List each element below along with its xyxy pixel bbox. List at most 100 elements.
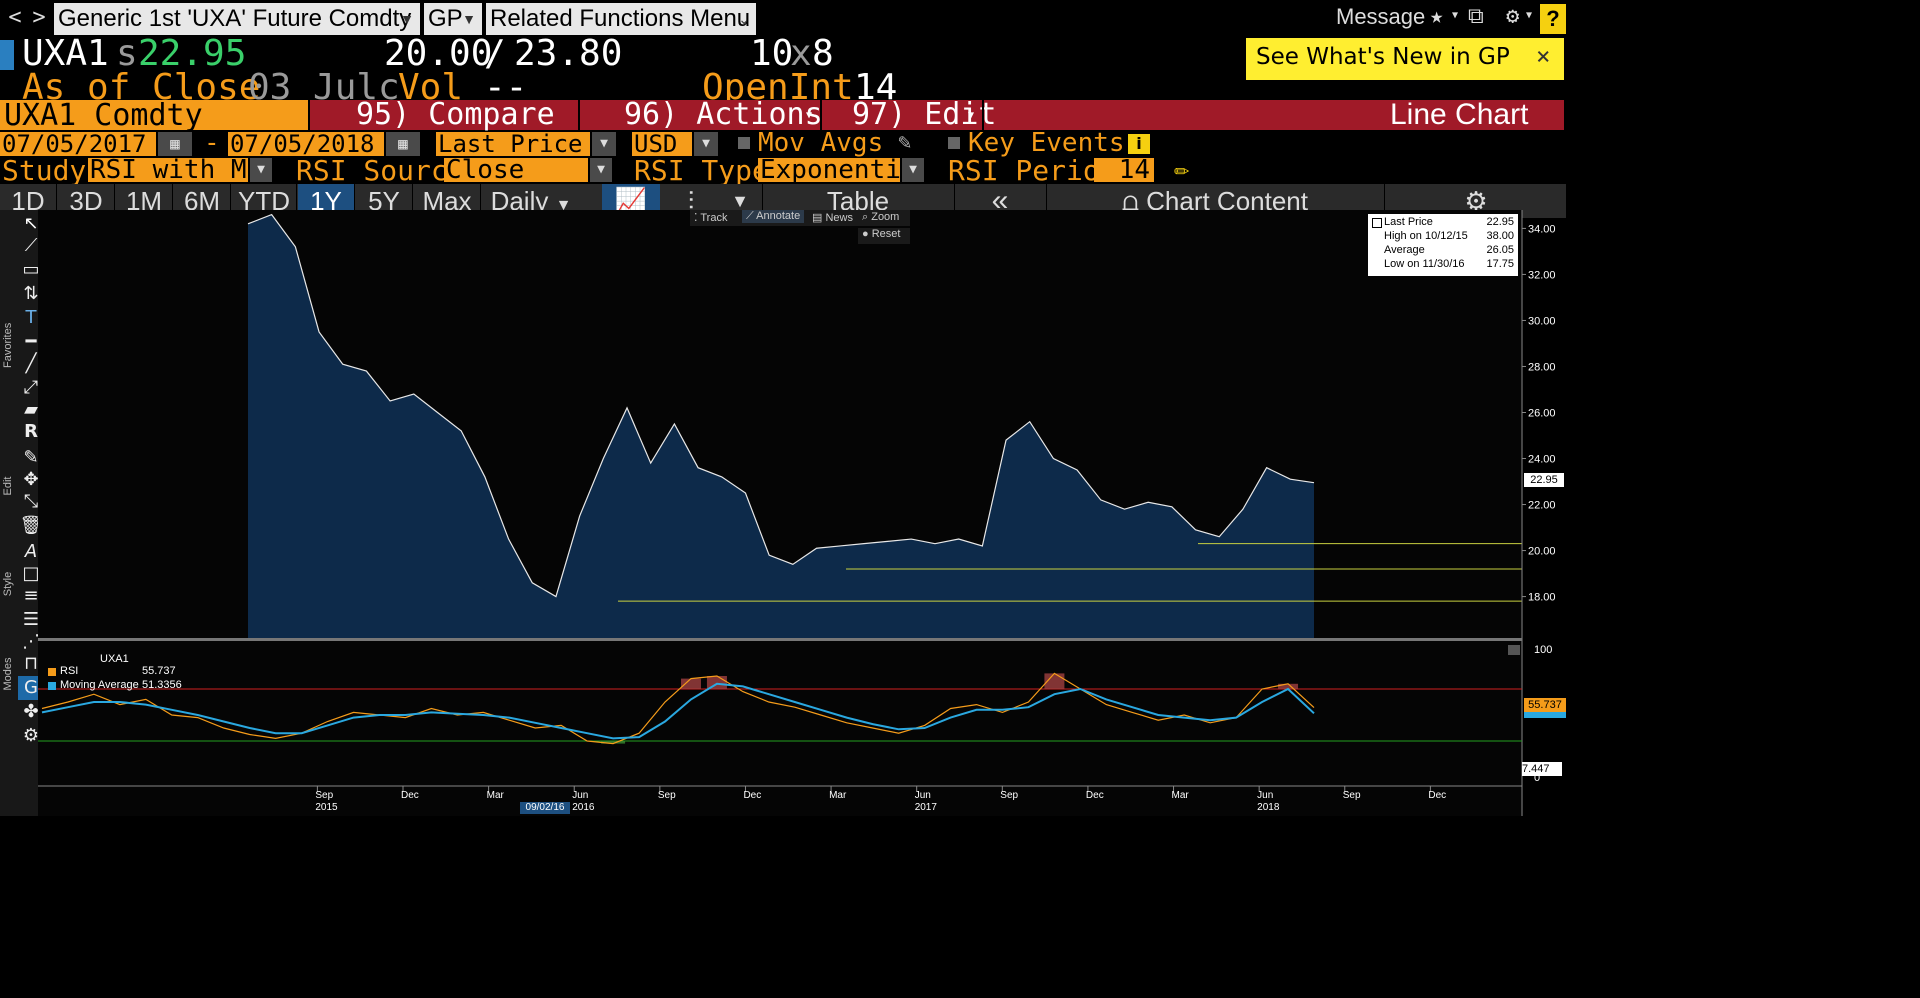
start-date-field[interactable]: 07/05/2017 [0, 132, 156, 156]
ask-price: 23.80 [514, 33, 623, 74]
date-range-dash: - [204, 128, 220, 158]
chevron-down-icon[interactable]: ▼ [590, 158, 612, 182]
chevron-down-icon[interactable]: ▼ [694, 132, 718, 156]
reset-button[interactable]: ● Reset [858, 228, 910, 244]
calendar-icon[interactable]: ▦ [158, 132, 192, 156]
price-y-axis: 34.00 32.00 30.00 28.00 26.00 24.00 22.00 20.00… [1521, 210, 1556, 816]
chevron-down-icon[interactable]: ▼ [592, 132, 616, 156]
x-tick-label: Dec [401, 790, 419, 801]
reset-label: Reset [871, 228, 901, 240]
whats-new-banner[interactable]: See What's New in GP × [1246, 38, 1564, 80]
x-tick-label: Dec [1086, 790, 1104, 801]
ma-swatch [48, 682, 56, 690]
price-chart[interactable]: 34.00 32.00 30.00 28.00 26.00 24.00 22.00 20.00… [38, 210, 1568, 816]
related-functions-menu[interactable]: Related Functions Menu ⌄ [486, 3, 756, 35]
rsi-source-label: RSI Source [296, 154, 465, 187]
function-dropdown[interactable]: GP ▼ [424, 3, 482, 35]
legend-high-label: High on 10/12/15 [1384, 230, 1468, 242]
chevron-down-icon: ⌄ [738, 11, 750, 27]
legend-low-label: Low on 11/30/16 [1384, 258, 1465, 270]
x-tick-label: Mar [1172, 790, 1190, 801]
rsi-period-label: RSI Period [948, 154, 1117, 187]
compare-button[interactable]: 95) Compare [356, 97, 555, 132]
ma-legend-value: 51.3356 [142, 679, 182, 691]
legend-low-value: 17.75 [1486, 258, 1514, 270]
price-field-dropdown[interactable]: Last Price [436, 132, 590, 156]
y-tick-label: 28.00 [1528, 361, 1556, 373]
legend-last-value: 22.95 [1486, 216, 1514, 228]
style-section-label: Style [2, 571, 14, 597]
annotate-label: Annotate [756, 210, 801, 222]
launch-icon[interactable]: ⧉ [1468, 4, 1484, 29]
close-icon[interactable]: × [1536, 42, 1550, 70]
help-button[interactable]: ? [1540, 4, 1566, 34]
y-tick-label: 34.00 [1528, 223, 1556, 235]
currency-dropdown[interactable]: USD [632, 132, 692, 156]
rsi-type-label: RSI Type [634, 154, 769, 187]
chevron-down-icon[interactable]: ▼ [902, 158, 924, 182]
actions-button[interactable]: 96) Actions [624, 97, 823, 132]
panel-divider[interactable] [38, 638, 1522, 641]
edit-section-label: Edit [2, 476, 14, 496]
edit-button[interactable]: 97) Edit [852, 97, 997, 132]
track-button[interactable]: ⁚ Track [694, 211, 727, 224]
edit-chevron-icon[interactable]: ▼ [968, 110, 974, 121]
x-tick-label: Mar [487, 790, 505, 801]
back-arrow-icon[interactable]: < [4, 4, 26, 32]
calendar-icon[interactable]: ▦ [386, 132, 420, 156]
command-divider [982, 100, 984, 130]
legend-high-value: 38.00 [1486, 230, 1514, 242]
reset-icon: ● [862, 228, 869, 240]
top-toolbar: < > Generic 1st 'UXA' Future Comdty ▼ GP… [0, 0, 1920, 38]
mov-avgs-checkbox[interactable] [738, 137, 750, 149]
chart-type-label[interactable]: Line Chart [1390, 98, 1528, 132]
y-tick-label: 18.00 [1528, 592, 1556, 604]
key-events-checkbox[interactable] [948, 137, 960, 149]
y-tick-label: 20.00 [1528, 546, 1556, 558]
security-color-marker [0, 40, 14, 70]
panel-menu-icon[interactable] [1508, 645, 1520, 655]
zoom-button[interactable]: ⌕ Zoom [862, 211, 899, 224]
rsi-type-dropdown[interactable]: Exponentia [758, 158, 900, 182]
last-price-swatch [1372, 218, 1382, 228]
gear-icon[interactable]: ⚙ [1506, 4, 1519, 29]
annotate-button[interactable]: ⟋ Annotate [742, 210, 805, 223]
message-button[interactable]: Message [1336, 4, 1425, 30]
forward-arrow-icon[interactable]: > [28, 4, 50, 32]
legend-last-label: Last Price [1384, 216, 1433, 228]
end-date-field[interactable]: 07/05/2018 [228, 132, 384, 156]
chevron-down-icon: ▼ [462, 11, 476, 27]
x-year-label: 2016 [572, 802, 595, 813]
actions-chevron-icon[interactable]: ▼ [806, 110, 812, 121]
x-tick-label: Jun [915, 790, 931, 801]
star-icon[interactable]: ★ [1430, 4, 1443, 29]
x-tick-label: Jun [1257, 790, 1273, 801]
price-legend[interactable]: Last Price 22.95 High on 10/12/15 38.00 … [1368, 214, 1518, 276]
legend-average-value: 26.05 [1486, 244, 1514, 256]
crosshair-date-flag: 09/02/16 [520, 802, 570, 814]
rsi-period-field[interactable]: 14 [1094, 157, 1154, 183]
chevron-down-icon: ▼ [400, 11, 414, 27]
info-icon[interactable]: i [1128, 134, 1150, 154]
x-tick-label: Mar [829, 790, 847, 801]
study-dropdown[interactable]: RSI with Mov [88, 158, 248, 182]
news-label: News [825, 212, 853, 224]
rsi-source-dropdown[interactable]: Close [444, 157, 588, 183]
rsi-axis-100: 100 [1534, 644, 1553, 656]
y-tick-label: 26.00 [1528, 407, 1556, 419]
security-dropdown-label: Generic 1st 'UXA' Future Comdty [58, 5, 412, 32]
pencil-icon[interactable]: ✏ [1174, 154, 1190, 184]
security-command[interactable]: UXA1 Comdty [0, 98, 308, 133]
security-dropdown[interactable]: Generic 1st 'UXA' Future Comdty ▼ [54, 3, 420, 35]
news-button[interactable]: ▤ News [812, 211, 853, 224]
rsi-legend-value: 55.737 [142, 665, 176, 677]
chevron-down-icon[interactable]: ▼ [250, 158, 272, 182]
zoom-label: Zoom [871, 211, 900, 223]
modes-section-label: Modes [2, 657, 14, 691]
pencil-icon[interactable]: ✎ [898, 130, 911, 155]
rsi-value-tag: 55.737 [1524, 698, 1566, 712]
settings-chevron-icon[interactable]: ▼ [1526, 10, 1532, 21]
rsi-legend-label: RSI [60, 665, 79, 677]
y-tick-label: 22.00 [1528, 500, 1556, 512]
star-menu-chevron-icon[interactable]: ▼ [1452, 10, 1458, 21]
